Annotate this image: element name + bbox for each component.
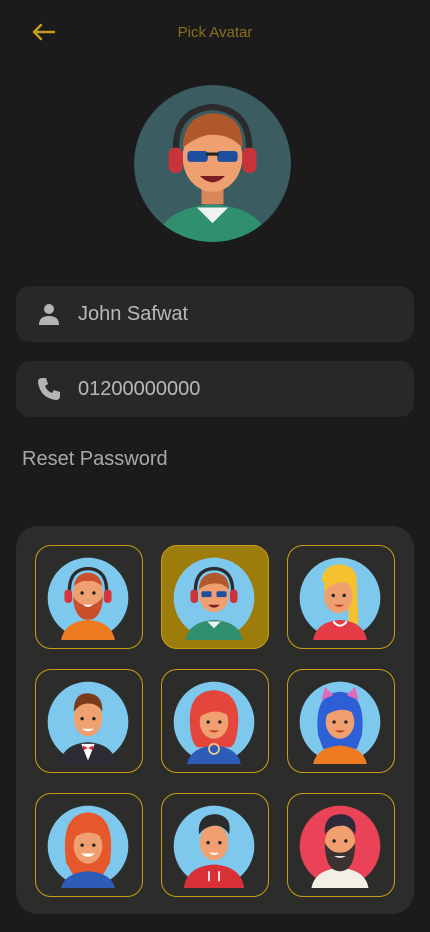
phone-icon	[38, 378, 60, 400]
blonde-woman-avatar	[299, 557, 381, 640]
name-field[interactable]	[16, 286, 414, 342]
man-tuxedo-bowtie-avatar	[47, 681, 129, 764]
avatar-option-man-tuxedo-bowtie[interactable]	[35, 669, 143, 773]
bearded-man-headphones-avatar	[47, 557, 129, 640]
reset-password-link[interactable]: Reset Password	[22, 448, 168, 471]
phone-field[interactable]	[16, 361, 414, 417]
man-red-hoodie-avatar	[173, 805, 255, 888]
person-icon	[39, 304, 59, 325]
phone-input[interactable]	[78, 361, 398, 417]
name-input[interactable]	[78, 286, 398, 342]
man-sunglasses-headphones-avatar	[173, 557, 255, 640]
avatar-picker-sheet	[16, 526, 414, 914]
avatar-option-man-red-hoodie[interactable]	[161, 793, 269, 897]
avatar-option-blonde-woman[interactable]	[287, 545, 395, 649]
blue-haired-girl-cat-ears-avatar	[299, 681, 381, 764]
avatar-option-bearded-man[interactable]	[287, 793, 395, 897]
avatar-option-ginger-woman[interactable]	[35, 793, 143, 897]
red-haired-woman-avatar	[173, 681, 255, 764]
avatar-option-bearded-man-headphones[interactable]	[35, 545, 143, 649]
ginger-woman-avatar	[47, 805, 129, 888]
bearded-man-avatar	[299, 805, 381, 888]
avatar-option-red-haired-woman[interactable]	[161, 669, 269, 773]
current-avatar	[134, 85, 291, 242]
avatar-option-man-sunglasses-headphones[interactable]	[161, 545, 269, 649]
avatar-option-blue-haired-girl-cat-ears[interactable]	[287, 669, 395, 773]
page-title: Pick Avatar	[177, 24, 253, 41]
header: Pick Avatar	[0, 0, 430, 64]
